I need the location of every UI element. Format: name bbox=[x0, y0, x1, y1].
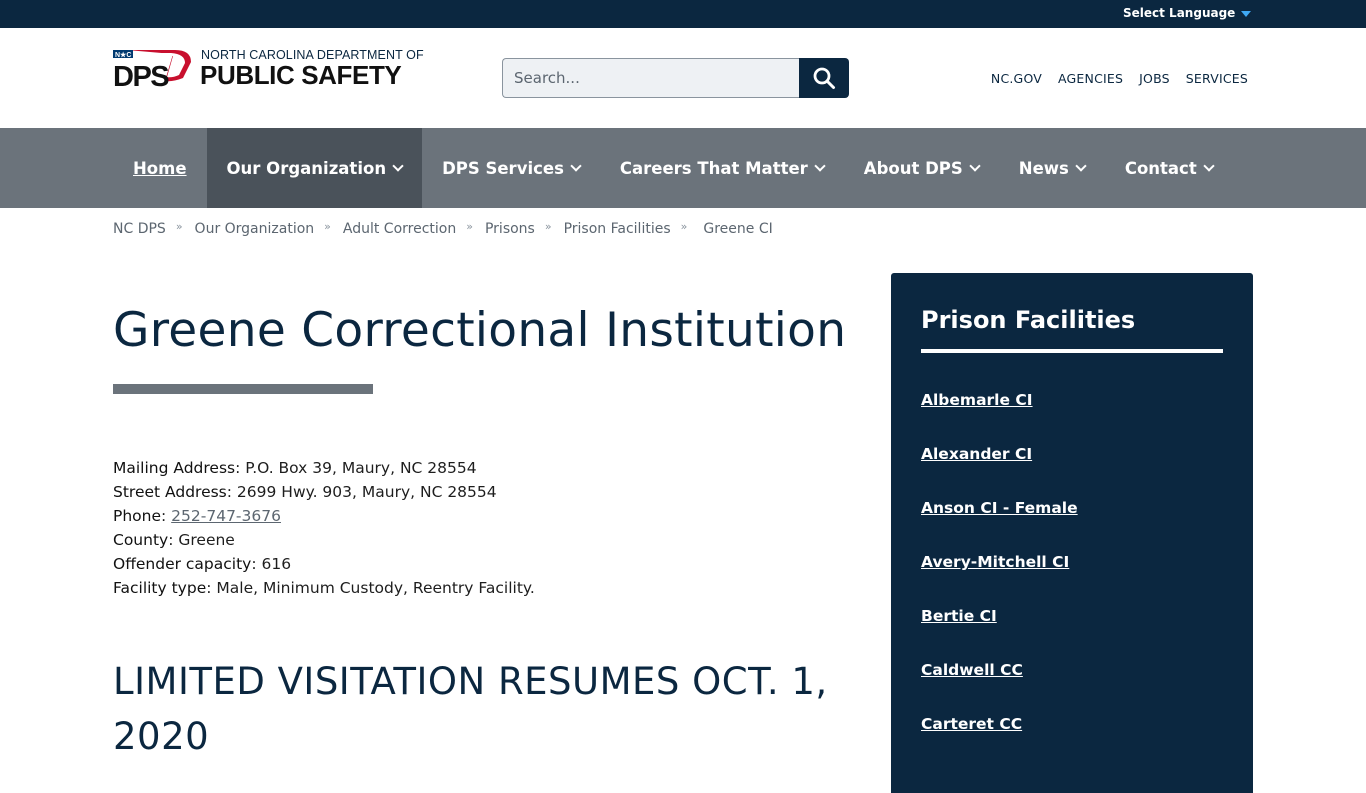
list-item: Bertie CI bbox=[921, 606, 1078, 660]
phone-link[interactable]: 252-747-3676 bbox=[171, 507, 281, 525]
nav-item-label: Careers That Matter bbox=[619, 158, 808, 178]
street-address-label: Street Address bbox=[113, 483, 227, 501]
utility-link-services[interactable]: SERVICES bbox=[1186, 71, 1248, 86]
breadcrumb-link-our-organization[interactable]: Our Organization bbox=[195, 221, 315, 237]
nav-item-label: Home bbox=[133, 158, 187, 178]
facility-type-row: Facility type: Male, Minimum Custody, Re… bbox=[113, 576, 535, 600]
facility-details: Mailing Address: P.O. Box 39, Maury, NC … bbox=[113, 456, 535, 600]
facility-link-bertie[interactable]: Bertie CI bbox=[921, 607, 997, 625]
breadcrumb-link-prison-facilities[interactable]: Prison Facilities bbox=[564, 221, 671, 237]
utility-link-jobs[interactable]: JOBS bbox=[1139, 71, 1170, 86]
nav-item-news[interactable]: News bbox=[999, 128, 1105, 208]
facility-link-alexander[interactable]: Alexander CI bbox=[921, 445, 1032, 463]
county-value: : Greene bbox=[168, 531, 235, 549]
chevron-down-icon bbox=[969, 160, 981, 172]
prison-facilities-sidebar: Prison Facilities Albemarle CI Alexander… bbox=[891, 273, 1253, 793]
phone-separator: : bbox=[161, 507, 172, 525]
chevron-down-icon bbox=[1203, 160, 1215, 172]
chevron-down-icon bbox=[814, 160, 826, 172]
nav-item-label: News bbox=[1018, 158, 1069, 178]
title-underline bbox=[113, 384, 373, 394]
phone-label: Phone bbox=[113, 507, 162, 525]
nav-item-label: Our Organization bbox=[226, 158, 387, 178]
facility-list: Albemarle CI Alexander CI Anson CI - Fem… bbox=[921, 390, 1078, 768]
breadcrumb-separator-icon: » bbox=[544, 219, 552, 233]
mailing-address-value: : P.O. Box 39, Maury, NC 28554 bbox=[235, 459, 477, 477]
nav-item-label: About DPS bbox=[863, 158, 963, 178]
chevron-down-icon bbox=[392, 160, 404, 172]
phone-row: Phone: 252-747-3676 bbox=[113, 504, 535, 528]
visitation-heading: LIMITED VISITATION RESUMES OCT. 1, 2020 bbox=[113, 660, 828, 758]
facility-type-label: Facility type bbox=[113, 579, 207, 597]
breadcrumb-link-prisons[interactable]: Prisons bbox=[485, 221, 535, 237]
breadcrumb-separator-icon: » bbox=[466, 219, 473, 233]
nav-item-about-dps[interactable]: About DPS bbox=[844, 128, 999, 208]
breadcrumb-link-nc-dps[interactable]: NC DPS bbox=[113, 221, 166, 237]
street-address-row: Street Address: 2699 Hwy. 903, Maury, NC… bbox=[113, 480, 535, 504]
utility-link-ncgov[interactable]: NC.GOV bbox=[991, 71, 1042, 86]
search-input[interactable] bbox=[502, 58, 799, 98]
breadcrumb-link-adult-correction[interactable]: Adult Correction bbox=[343, 221, 456, 237]
nav-item-dps-services[interactable]: DPS Services bbox=[422, 128, 600, 208]
nav-item-label: Contact bbox=[1124, 158, 1197, 178]
dps-logo-icon: N★C DPS bbox=[113, 50, 191, 88]
facility-type-value: : Male, Minimum Custody, Reentry Facilit… bbox=[206, 579, 535, 597]
caret-down-icon bbox=[1241, 11, 1252, 17]
list-item: Carteret CC bbox=[921, 714, 1078, 768]
site-logo[interactable]: N★C DPS NORTH CAROLINA DEPARTMENT OF PUB… bbox=[113, 48, 424, 90]
nav-item-home[interactable]: Home bbox=[113, 128, 207, 208]
logo-agency-text: PUBLIC SAFETY bbox=[200, 60, 402, 90]
chevron-down-icon bbox=[570, 160, 582, 172]
breadcrumb-separator-icon: » bbox=[680, 219, 688, 233]
site-header: N★C DPS NORTH CAROLINA DEPARTMENT OF PUB… bbox=[0, 28, 1366, 128]
list-item: Caldwell CC bbox=[921, 660, 1078, 714]
nav-item-careers[interactable]: Careers That Matter bbox=[600, 128, 844, 208]
mailing-address-label: Mailing Address bbox=[113, 459, 236, 477]
breadcrumb-current: Greene CI bbox=[703, 221, 773, 237]
street-address-value: : 2699 Hwy. 903, Maury, NC 28554 bbox=[226, 483, 497, 501]
facility-link-caldwell[interactable]: Caldwell CC bbox=[921, 661, 1023, 679]
breadcrumb-separator-icon: » bbox=[175, 219, 183, 233]
language-select-label: Select Language bbox=[1123, 6, 1236, 20]
top-utility-bar: Select Language bbox=[0, 0, 1366, 28]
main-navigation: Home Our Organization DPS Services Caree… bbox=[0, 128, 1366, 208]
breadcrumb: NC DPS » Our Organization » Adult Correc… bbox=[113, 219, 773, 238]
language-select[interactable]: Select Language bbox=[1123, 6, 1252, 20]
capacity-value: : 616 bbox=[251, 555, 292, 573]
nav-item-contact[interactable]: Contact bbox=[1105, 128, 1233, 208]
utility-link-agencies[interactable]: AGENCIES bbox=[1058, 71, 1123, 86]
list-item: Anson CI - Female bbox=[921, 498, 1078, 552]
sidebar-title-underline bbox=[921, 349, 1223, 353]
facility-link-albemarle[interactable]: Albemarle CI bbox=[921, 391, 1033, 409]
mailing-address-row: Mailing Address: P.O. Box 39, Maury, NC … bbox=[113, 456, 535, 480]
facility-link-avery-mitchell[interactable]: Avery-Mitchell CI bbox=[921, 553, 1069, 571]
nav-item-label: DPS Services bbox=[442, 158, 564, 178]
logo-mark-text: DPS bbox=[113, 61, 169, 88]
list-item: Alexander CI bbox=[921, 444, 1078, 498]
chevron-down-icon bbox=[1075, 160, 1087, 172]
capacity-row: Offender capacity: 616 bbox=[113, 552, 535, 576]
search-form bbox=[502, 58, 849, 98]
facility-link-anson[interactable]: Anson CI - Female bbox=[921, 499, 1078, 517]
search-button[interactable] bbox=[799, 58, 849, 98]
capacity-label: Offender capacity bbox=[113, 555, 252, 573]
county-label: County bbox=[113, 531, 169, 549]
page-title: Greene Correctional Institution bbox=[113, 303, 847, 358]
sidebar-title: Prison Facilities bbox=[921, 306, 1136, 334]
logo-badge: N★C bbox=[115, 51, 131, 59]
list-item: Avery-Mitchell CI bbox=[921, 552, 1078, 606]
facility-link-carteret[interactable]: Carteret CC bbox=[921, 715, 1022, 733]
county-row: County: Greene bbox=[113, 528, 535, 552]
list-item: Albemarle CI bbox=[921, 390, 1078, 444]
nav-item-our-organization[interactable]: Our Organization bbox=[206, 128, 423, 208]
search-icon bbox=[813, 67, 835, 89]
utility-links: NC.GOV AGENCIES JOBS SERVICES bbox=[991, 71, 1248, 86]
breadcrumb-separator-icon: » bbox=[324, 219, 331, 233]
